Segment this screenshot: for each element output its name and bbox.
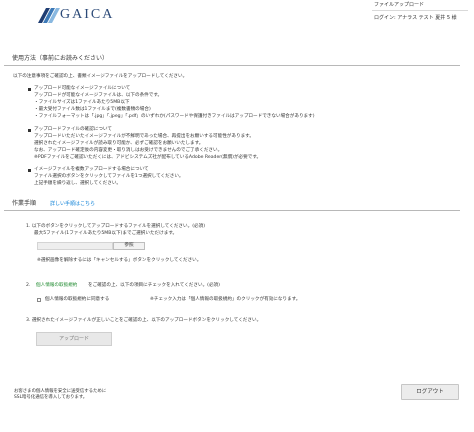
upload-button[interactable]: アップロード xyxy=(36,332,112,346)
bullet-icon xyxy=(28,88,31,91)
block-line: ・最大受付ファイル数は1ファイルまで(複数書類の場合) xyxy=(34,107,151,112)
block-line: アップロードいただいたイメージファイルが不鮮明であった場合、再提出をお願いする可… xyxy=(34,134,254,139)
block-line: アップロードが可能なイメージファイルは、以下の条件です。 xyxy=(34,93,163,98)
header: GAICA ファイルアップロード ログイン: アナラス テスト 夏井 5 様 xyxy=(0,0,474,30)
ssl-notice: お客さまの個人情報を安全に送受信するために SSL暗号化通信を導入しております。 xyxy=(14,389,106,401)
step1-note: ※選択画像を解除するには「キャンセルする」ボタンをクリックしてください。 xyxy=(37,258,202,263)
logout-button[interactable]: ログアウト xyxy=(401,384,459,400)
browse-button[interactable]: 参照 xyxy=(113,242,145,250)
login-info: ログイン: アナラス テスト 夏井 5 様 xyxy=(374,15,457,21)
usage-section-header: 使用方法（事前にお読みください） xyxy=(4,52,460,66)
gaica-logo: GAICA xyxy=(38,6,114,24)
step1-subtext: 最大5ファイル(1ファイルあたり5MB以下)までご選択いただけます。 xyxy=(34,231,178,236)
step3-text: 3. 選択されたイメージファイルが正しいことをご確認の上、以下のアップロードボタ… xyxy=(26,318,262,323)
usage-title: 使用方法（事前にお読みください） xyxy=(12,55,109,62)
block-heading: イメージファイルを複数アップロードする場合について xyxy=(34,167,149,172)
logo-mark-icon xyxy=(38,7,60,23)
steps-section-header: 作業手順 詳しい手順はこちら xyxy=(4,197,460,211)
step1-text: 1. 以下のボタンをクリックしてアップロードするファイルを選択してください。(必… xyxy=(26,224,205,229)
agree-checkbox[interactable] xyxy=(37,298,41,302)
block-heading: アップロード可能なイメージファイルについて xyxy=(34,86,131,91)
block-heading: アップロードファイルの確認について xyxy=(34,127,112,132)
block-line: ※PDFファイルをご確認いただくには、アドビシステムズ社が配布しているAdobe… xyxy=(34,155,262,160)
usage-intro: 以下の注意事項をご確認の上、書類イメージファイルをアップロードしてください。 xyxy=(13,74,188,79)
steps-title: 作業手順 xyxy=(12,200,37,207)
logo-text: GAICA xyxy=(60,6,115,22)
bullet-icon xyxy=(28,169,31,172)
step2-number: 2. xyxy=(26,283,31,288)
block-line: 上記手順を繰り返し、選択してください。 xyxy=(34,181,122,186)
block-line: ・ファイルサイズは1ファイルあたり5MB以下 xyxy=(34,100,130,105)
block-line: ファイル選択のボタンをクリックしてファイルを1つ選択してください。 xyxy=(34,174,184,179)
agree-label: 個人情報の取扱規約に同意する xyxy=(45,297,110,302)
block-line: なお、アップロード確定後の内容変更・取り消しはお受けできませんのでご了承ください… xyxy=(34,148,223,153)
header-divider xyxy=(372,10,468,11)
block-line: 選択されたイメージファイルが読み取り可能か、必ずご確認をお願いいたします。 xyxy=(34,141,204,146)
block-line: ・ファイルフォーマットは「.jpg」「.jpeg」「.pdf」のいずれか(パスワ… xyxy=(34,114,315,119)
step2-text: をご確認の上、以下の項目にチェックを入れてください。(必須) xyxy=(88,283,220,288)
agree-note: ※チェック入力は「個人情報の取扱規約」のクリックが有効になります。 xyxy=(150,297,301,302)
privacy-policy-link[interactable]: 個人情報の取扱規約 xyxy=(36,283,77,289)
bullet-icon xyxy=(28,129,31,132)
detailed-steps-link[interactable]: 詳しい手順はこちら xyxy=(50,201,95,208)
ssl-notice-line: SSL暗号化通信を導入しております。 xyxy=(14,395,88,401)
page-name: ファイルアップロード xyxy=(374,2,425,8)
file-path-input[interactable] xyxy=(37,242,113,250)
